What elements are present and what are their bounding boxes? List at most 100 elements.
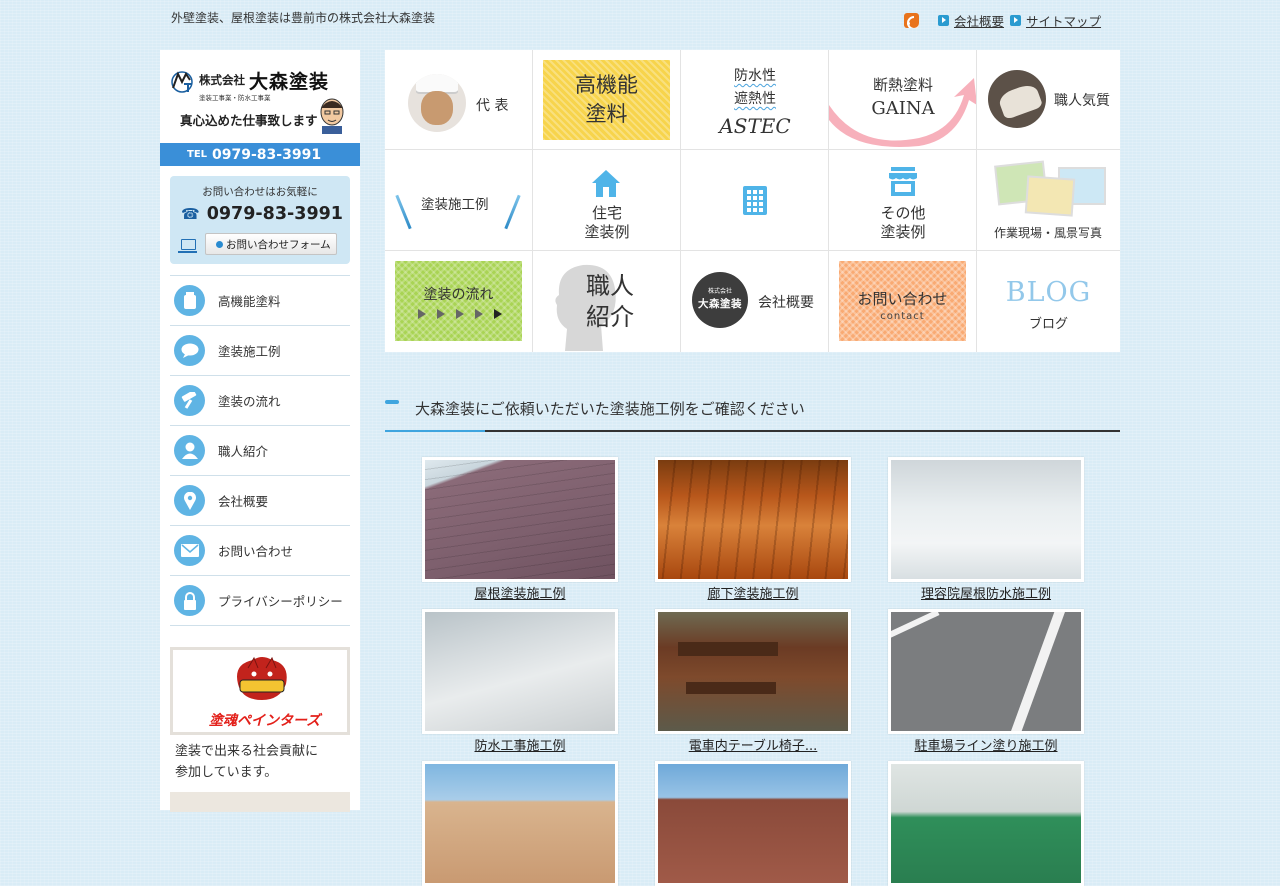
dragon-logo-icon bbox=[237, 656, 287, 700]
grid-item-label: GAINA bbox=[871, 98, 935, 119]
badge-small: 株式会社 bbox=[707, 288, 732, 295]
grid-item-blog[interactable]: BLOG ブログ bbox=[977, 251, 1120, 352]
logo[interactable]: 株式会社 大森塗装 塗装工事業・防水工事業 真心込めた仕事致します bbox=[160, 50, 360, 143]
sidebar-item-flow[interactable]: 塗装の流れ bbox=[170, 375, 350, 425]
heading-rule-accent bbox=[385, 430, 485, 432]
rss-icon[interactable] bbox=[904, 13, 919, 28]
sidebar-item-privacy[interactable]: プライバシーポリシー bbox=[170, 575, 350, 626]
work-caption[interactable]: 駐車場ライン塗り施工例 bbox=[888, 735, 1084, 754]
arrows-icon bbox=[418, 309, 502, 319]
contact-form-row: お問い合わせフォーム bbox=[178, 233, 337, 255]
grid-item-craftsman-spirit[interactable]: 職人気質 bbox=[977, 50, 1120, 150]
work-item-barber-roof[interactable]: 理容院屋根防水施工例 bbox=[888, 457, 1084, 602]
contact-form-button[interactable]: お問い合わせフォーム bbox=[205, 233, 337, 255]
work-photo bbox=[422, 457, 618, 582]
sitemap-link[interactable]: サイトマップ bbox=[1026, 11, 1101, 30]
grid-item-photos[interactable]: 作業現場・風景写真 bbox=[977, 150, 1120, 251]
banner-text: 塗魂ペインターズ bbox=[209, 713, 321, 729]
work-photo bbox=[422, 609, 618, 734]
grid-item-house-works[interactable]: 住宅 塗装例 bbox=[533, 150, 681, 251]
sidebar: 株式会社 大森塗装 塗装工事業・防水工事業 真心込めた仕事致します TEL 09… bbox=[160, 50, 360, 812]
grid-item-label: 塗装施工例 bbox=[421, 197, 489, 213]
grid-item-gaina[interactable]: 断熱塗料 GAINA bbox=[829, 50, 977, 150]
grid-item-other-works[interactable]: その他 塗装例 bbox=[829, 150, 977, 251]
work-item-corridor[interactable]: 廊下塗装施工例 bbox=[655, 457, 851, 602]
map-pin-icon bbox=[174, 485, 205, 516]
arrow-icon bbox=[1010, 15, 1022, 26]
tel-bar[interactable]: TEL 0979-83-3991 bbox=[160, 143, 360, 166]
heading-accent bbox=[385, 400, 399, 404]
flow-box: 塗装の流れ bbox=[395, 261, 522, 341]
secondary-banner[interactable] bbox=[170, 792, 350, 812]
person-icon bbox=[174, 435, 205, 466]
social-text: 塗装で出来る社会貢献に 参加しています。 bbox=[175, 741, 318, 783]
grid-item-astec[interactable]: 防水性 遮熱性 ASTEC bbox=[681, 50, 829, 150]
sidebar-item-label: 塗装施工例 bbox=[218, 344, 281, 359]
work-item-roof[interactable]: 屋根塗装施工例 bbox=[422, 457, 618, 602]
grid-item-label: 遮熱性 bbox=[734, 91, 776, 107]
sidebar-item-label: 塗装の流れ bbox=[218, 394, 281, 409]
grid-item-high-performance-paint[interactable]: 高機能 塗料 bbox=[533, 50, 681, 150]
high-performance-paint-box: 高機能 塗料 bbox=[543, 60, 670, 140]
work-item-waterproof[interactable]: 防水工事施工例 bbox=[422, 609, 618, 754]
sidebar-item-works[interactable]: 塗装施工例 bbox=[170, 325, 350, 375]
contact-form-label: お問い合わせフォーム bbox=[226, 238, 331, 251]
company-link[interactable]: 会社概要 bbox=[954, 11, 1004, 30]
grid-item-company[interactable]: 株式会社 大森塗装 会社概要 bbox=[681, 251, 829, 352]
grid-item-building-works[interactable] bbox=[681, 150, 829, 251]
work-photo bbox=[655, 609, 851, 734]
top-links: 会社概要 サイトマップ bbox=[904, 11, 1107, 30]
work-item-parking-lines[interactable]: 駐車場ライン塗り施工例 bbox=[888, 609, 1084, 754]
sidebar-item-high-performance-paint[interactable]: 高機能塗料 bbox=[170, 275, 350, 325]
work-item-building[interactable] bbox=[655, 761, 851, 886]
work-caption[interactable]: 廊下塗装施工例 bbox=[655, 583, 851, 602]
tokon-painters-banner[interactable]: 塗魂ペインターズ bbox=[170, 647, 350, 735]
grid-item-label: 住宅 bbox=[591, 204, 622, 222]
work-caption[interactable]: 理容院屋根防水施工例 bbox=[888, 583, 1084, 602]
grid-item-label: 会社概要 bbox=[758, 295, 814, 311]
work-item-apartment[interactable] bbox=[422, 761, 618, 886]
grid-item-works[interactable]: 塗装施工例 bbox=[385, 150, 533, 251]
contact-phone-number: 0979-83-3991 bbox=[206, 204, 343, 224]
sidebar-item-company[interactable]: 会社概要 bbox=[170, 475, 350, 525]
grid-item-label: 塗装例 bbox=[584, 223, 630, 241]
tel-number: 0979-83-3991 bbox=[212, 146, 322, 163]
contact-box-tile: お問い合わせ contact bbox=[839, 261, 966, 341]
work-item-train-table[interactable]: 電車内テーブル椅子... bbox=[655, 609, 851, 754]
craftsmen-label: 職人 紹介 bbox=[586, 271, 634, 333]
grid-item-contact[interactable]: お問い合わせ contact bbox=[829, 251, 977, 352]
grid-item-label: 防水性 bbox=[734, 68, 776, 84]
work-photo bbox=[655, 457, 851, 582]
work-item-interior[interactable] bbox=[888, 761, 1084, 886]
work-caption[interactable]: 防水工事施工例 bbox=[422, 735, 618, 754]
social-text-line: 塗装で出来る社会貢献に bbox=[175, 744, 319, 759]
arrow-icon bbox=[938, 15, 949, 26]
grid-item-representative[interactable]: 代 表 bbox=[385, 50, 533, 150]
work-caption[interactable]: 電車内テーブル椅子... bbox=[655, 735, 851, 754]
grid-item-label: 作業現場・風景写真 bbox=[994, 226, 1103, 240]
grid-item-label: 職人 bbox=[586, 272, 634, 300]
logo-subtitle: 塗装工事業・防水工事業 bbox=[199, 94, 271, 102]
work-photo bbox=[422, 761, 618, 886]
work-caption[interactable]: 屋根塗装施工例 bbox=[422, 583, 618, 602]
sidebar-item-label: プライバシーポリシー bbox=[218, 594, 343, 609]
sidebar-item-label: お問い合わせ bbox=[218, 544, 294, 559]
sidebar-item-label: 会社概要 bbox=[218, 494, 269, 509]
sidebar-item-contact[interactable]: お問い合わせ bbox=[170, 525, 350, 575]
work-photo bbox=[888, 761, 1084, 886]
section-title: 大森塗装にご依頼いただいた塗装施工例をご確認ください bbox=[415, 400, 805, 418]
tagline: 外壁塗装、屋根塗装は豊前市の株式会社大森塗装 bbox=[171, 11, 436, 25]
craftsman-photo bbox=[988, 70, 1046, 128]
grid-item-craftsmen[interactable]: 職人 紹介 bbox=[533, 251, 681, 352]
computer-icon bbox=[178, 238, 197, 253]
contact-phone[interactable]: ☎ 0979-83-3991 bbox=[181, 204, 343, 224]
representative-photo bbox=[408, 74, 466, 132]
section-heading: 大森塗装にご依頼いただいた塗装施工例をご確認ください bbox=[385, 392, 1120, 432]
company-badge: 株式会社 大森塗装 bbox=[692, 272, 748, 328]
grid-item-label: お問い合わせ bbox=[857, 290, 948, 308]
building-icon bbox=[743, 186, 767, 215]
grid-item-label: 塗料 bbox=[585, 102, 628, 126]
sidebar-item-label: 高機能塗料 bbox=[218, 294, 281, 309]
grid-item-flow[interactable]: 塗装の流れ bbox=[385, 251, 533, 352]
sidebar-item-craftsmen[interactable]: 職人紹介 bbox=[170, 425, 350, 475]
